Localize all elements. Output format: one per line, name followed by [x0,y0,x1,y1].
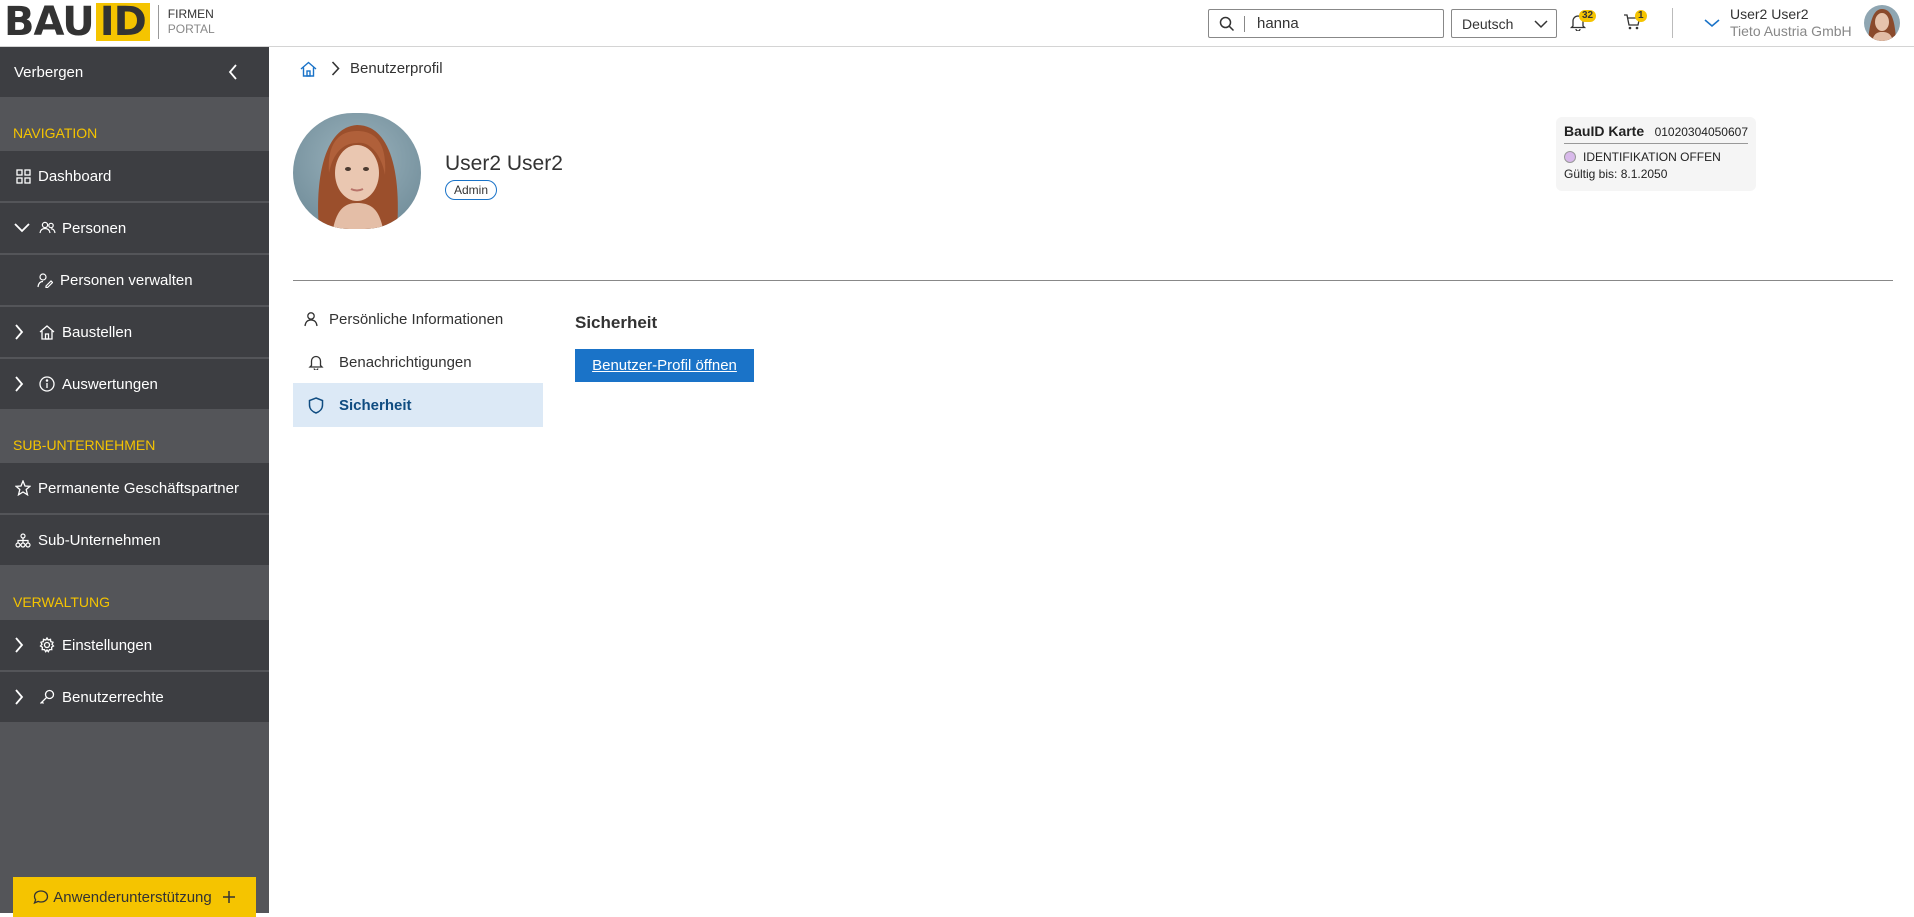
chevron-right-icon [14,324,30,340]
sidebar-hide-label: Verbergen [14,63,84,81]
logo-mark-right: ID [95,2,150,42]
breadcrumb: Benutzerprofil [300,60,443,77]
logo-text: FIRMEN PORTAL [168,7,215,37]
key-icon [38,688,56,706]
language-selected: Deutsch [1462,15,1514,32]
chevron-right-icon [14,689,30,705]
plus-icon [222,890,236,904]
tab-sicherheit[interactable]: Sicherheit [293,383,543,427]
divider [293,280,1893,281]
status-dot [1564,151,1576,163]
logo[interactable]: BAU ID FIRMEN PORTAL [4,0,215,45]
sidebar-item-label: Sub-Unternehmen [38,531,161,549]
sidebar-item-label: Benutzerrechte [62,688,164,706]
home-icon [38,323,56,341]
chevron-right-icon [331,61,340,76]
avatar[interactable] [1864,5,1900,41]
sidebar-item-label: Personen [62,219,127,237]
bauid-card-header: BauID Karte 01020304050607 [1564,123,1748,144]
logo-mark: BAU ID [4,0,150,45]
sidebar-item-benutzerrechte[interactable]: Benutzerrechte [0,672,269,722]
bauid-card-title: BauID Karte [1564,123,1645,139]
logo-mark-left: BAU [4,0,95,45]
tab-label: Sicherheit [339,396,412,414]
tab-benachrichtigungen[interactable]: Benachrichtigungen [293,340,543,384]
search-box[interactable] [1208,9,1444,38]
people-icon [38,219,56,237]
notifications-badge: 32 [1579,10,1597,22]
gear-icon [38,636,56,654]
chevron-left-icon [228,64,238,84]
bauid-card: BauID Karte 01020304050607 IDENTIFIKATIO… [1556,117,1756,191]
open-user-profile-button[interactable]: Benutzer-Profil öffnen [575,349,754,382]
profile-name: User2 User2 [445,152,563,175]
tab-label: Benachrichtigungen [339,353,472,371]
support-button[interactable]: Anwenderunterstützung [13,877,256,917]
person-icon [293,311,329,327]
cart-badge: 1 [1635,10,1647,22]
bell-icon [293,354,339,370]
chevron-down-icon [1704,18,1722,28]
sidebar-item-einstellungen[interactable]: Einstellungen [0,620,269,670]
sidebar-item-label: Dashboard [38,167,112,185]
sidebar-item-personen[interactable]: Personen [0,203,269,253]
notifications-button[interactable]: 32 [1566,10,1597,36]
sidebar-item-label: Einstellungen [62,636,153,654]
sidebar-item-personen-verwalten[interactable]: Personen verwalten [0,255,269,305]
tab-persoenliche-informationen[interactable]: Persönliche Informationen [293,297,543,341]
chevron-right-icon [14,637,30,653]
star-icon [14,479,32,497]
top-header: BAUID FIRMEN PORTAL Deutsch 32 1 [0,0,1914,47]
bauid-card-status-label: IDENTIFIKATION OFFEN [1583,150,1721,164]
info-icon [38,375,56,393]
org-chart-icon [14,531,32,549]
sidebar-hide-toggle[interactable]: Verbergen [0,47,269,97]
sidebar-item-sub-unternehmen[interactable]: Sub-Unternehmen [0,515,269,565]
bauid-card-valid: Gültig bis: 8.1.2050 [1564,167,1668,181]
user-company: Tieto Austria GmbH [1730,23,1852,39]
sidebar-heading-sub-unternehmen: SUB-UNTERNEHMEN [13,437,156,453]
sidebar-item-label: Personen verwalten [60,271,193,289]
section-title: Sicherheit [575,313,658,332]
search-input[interactable] [1257,15,1427,32]
language-select[interactable]: Deutsch [1451,9,1557,38]
sidebar-item-baustellen[interactable]: Baustellen [0,307,269,357]
breadcrumb-current: Benutzerprofil [350,60,443,77]
sidebar-item-label: Permanente Geschäftspartner [38,479,239,497]
home-icon[interactable] [300,61,317,77]
bauid-card-number: 01020304050607 [1654,125,1748,139]
support-label: Anwenderunterstützung [53,888,212,906]
chevron-down-icon [14,223,30,233]
person-edit-icon [36,271,54,289]
profile-photo [293,113,421,229]
sidebar-item-permanente-geschaeftspartner[interactable]: Permanente Geschäftspartner [0,463,269,513]
chevron-down-icon [1534,16,1548,32]
sidebar: Verbergen NAVIGATION Dashboard Personen … [0,47,269,917]
logo-divider [157,5,159,39]
bauid-card-status: IDENTIFIKATION OFFEN [1564,150,1748,164]
chat-bubble-icon [33,889,49,905]
shield-icon [293,396,339,414]
chevron-right-icon [14,376,30,392]
search-icon[interactable] [1209,15,1245,32]
sidebar-item-label: Auswertungen [62,375,158,393]
grid-icon [14,167,32,185]
user-menu-names: User2 User2 Tieto Austria GmbH [1730,6,1852,40]
sidebar-item-label: Baustellen [62,323,133,341]
logo-text-line2: PORTAL [167,22,215,36]
sidebar-heading-navigation: NAVIGATION [13,125,98,141]
role-badge: Admin [445,180,498,200]
sidebar-item-auswertungen[interactable]: Auswertungen [0,359,269,409]
sidebar-item-dashboard[interactable]: Dashboard [0,151,269,201]
tab-label: Persönliche Informationen [329,310,504,328]
sidebar-heading-verwaltung: VERWALTUNG [13,594,110,610]
cart-button[interactable]: 1 [1620,10,1647,36]
user-name: User2 User2 [1730,6,1809,22]
logo-text-line1: FIRMEN [167,7,214,21]
header-divider [1672,8,1673,38]
